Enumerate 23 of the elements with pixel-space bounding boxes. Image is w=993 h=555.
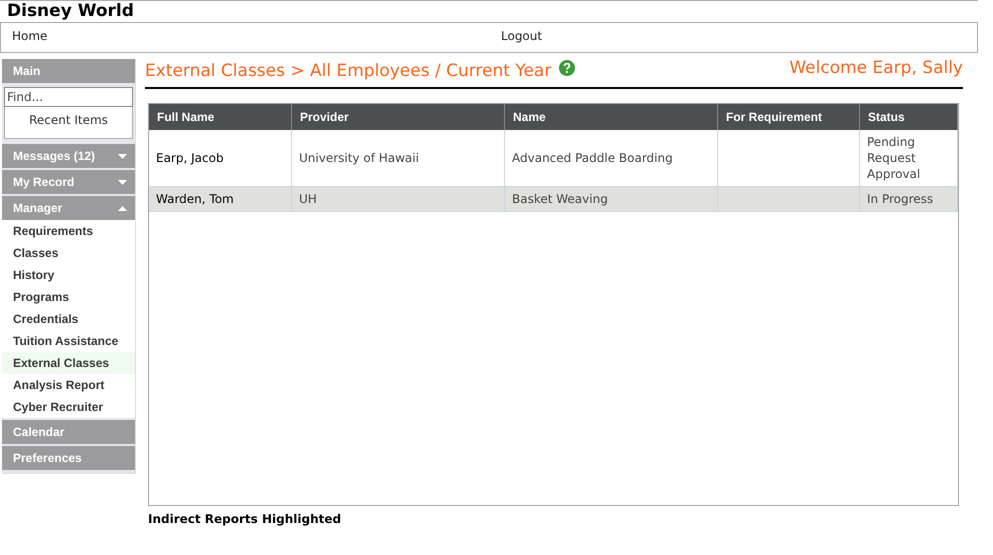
recent-items-link[interactable]: Recent Items: [4, 107, 133, 139]
table-cell: Advanced Paddle Boarding: [512, 150, 673, 166]
page-breadcrumb: External Classes > All Employees / Current Year: [145, 60, 552, 84]
table-cell-text: Pending Request Approval: [867, 134, 922, 182]
table-cell: Warden, Tom: [156, 191, 234, 207]
table-cell: Earp, Jacob: [156, 150, 224, 166]
site-title: Disney World: [6, 1, 135, 22]
caret-up-icon: [118, 206, 127, 210]
table-cell-text: In Progress: [867, 191, 934, 207]
find-field[interactable]: Find...: [4, 87, 133, 107]
table-cell: University of Hawaii: [299, 150, 419, 166]
sidebar-item[interactable]: External Classes: [2, 352, 135, 374]
welcome-text: Welcome Earp, Sally: [789, 57, 963, 80]
caret-down-icon: [118, 180, 127, 184]
logout-link[interactable]: Logout: [501, 27, 542, 45]
home-link[interactable]: Home: [12, 27, 501, 45]
footer-note: Indirect Reports Highlighted: [148, 511, 342, 528]
table-row[interactable]: Warden, Tom UH Basket Weaving In Progress: [149, 187, 958, 212]
caret-down-icon: [118, 154, 127, 158]
table-row[interactable]: Earp, Jacob University of Hawaii Advanced Paddle Boarding Pending Request Approval: [149, 130, 958, 187]
table-cell: UH: [299, 191, 317, 207]
table-cell: Basket Weaving: [512, 191, 608, 207]
help-icon[interactable]: [559, 60, 576, 76]
